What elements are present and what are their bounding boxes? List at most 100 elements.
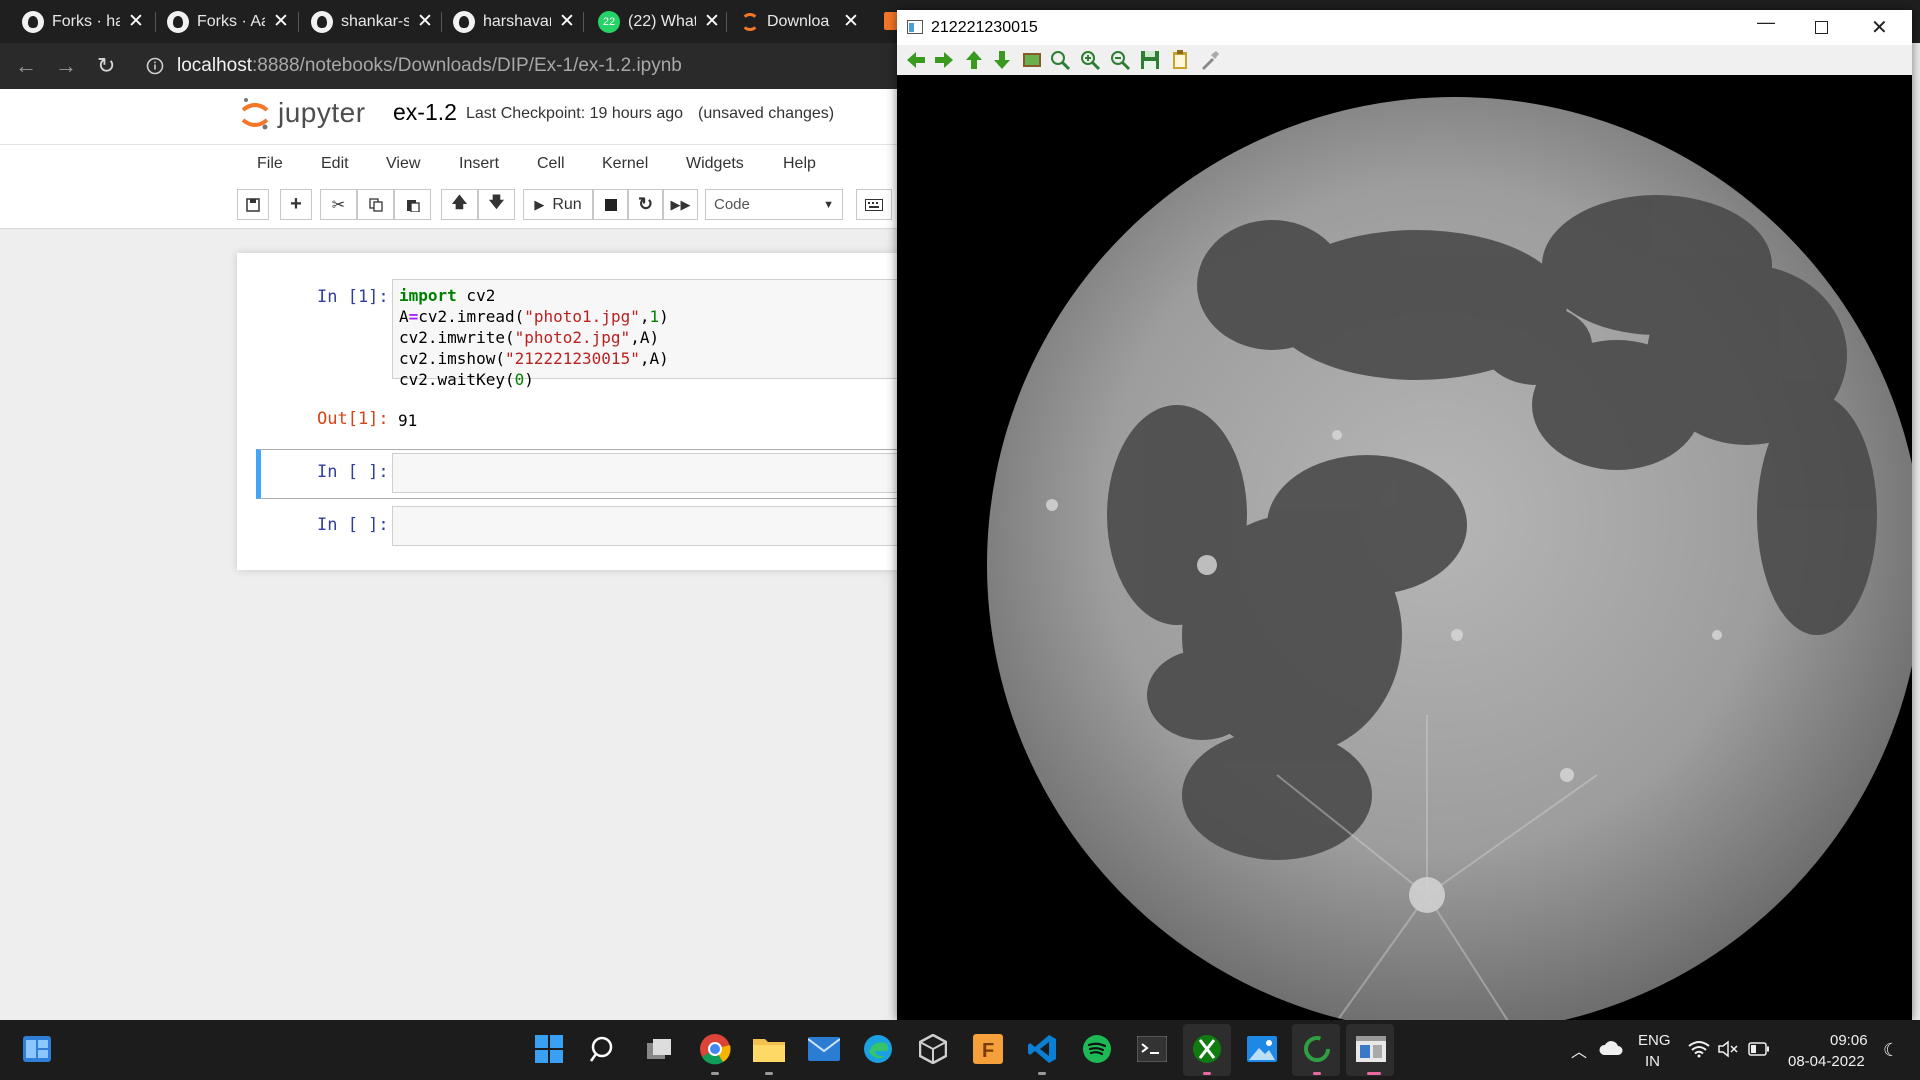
volume-muted-icon[interactable] (1718, 1040, 1740, 1058)
onedrive-icon[interactable] (1599, 1040, 1623, 1056)
lang-top[interactable]: ENG (1638, 1032, 1671, 1049)
browser-tab[interactable]: shankar-s ✕ (289, 0, 433, 43)
github-icon (22, 10, 44, 33)
close-icon[interactable]: ✕ (843, 10, 859, 33)
run-button[interactable]: ▶ Run (523, 189, 593, 220)
zoom-original-icon[interactable] (1021, 49, 1043, 71)
whatsapp-icon: 22 (598, 10, 620, 33)
clock-time[interactable]: 09:06 (1830, 1032, 1868, 1049)
properties-icon[interactable] (1199, 49, 1221, 71)
cell-type-select[interactable]: Code ▼ (705, 189, 843, 220)
mail-icon[interactable] (807, 1032, 841, 1066)
spotify-icon[interactable] (1080, 1032, 1114, 1066)
move-up-button[interactable]: 🡅 (441, 189, 478, 220)
chevron-up-icon[interactable]: ︿ (1571, 1038, 1587, 1062)
menu-cell[interactable]: Cell (537, 155, 565, 173)
interrupt-button[interactable] (593, 189, 628, 220)
maximize-icon[interactable] (1815, 21, 1828, 34)
code-cell-editor[interactable] (392, 506, 912, 546)
github-icon (167, 10, 189, 33)
pan-right-icon[interactable] (933, 49, 955, 71)
close-icon[interactable]: ✕ (704, 10, 720, 33)
vscode-icon[interactable] (1025, 1032, 1059, 1066)
browser-tab[interactable]: Forks · Aa ✕ (145, 0, 289, 43)
close-icon[interactable]: ✕ (273, 10, 289, 33)
tab-title: (22) What (628, 12, 696, 30)
photos-icon[interactable] (1245, 1032, 1279, 1066)
fast-forward-icon: ▶▶ (670, 196, 691, 212)
minimize-icon[interactable]: — (1757, 12, 1775, 33)
zoom-out-icon[interactable] (1109, 49, 1131, 71)
battery-icon[interactable] (1748, 1042, 1770, 1056)
start-icon[interactable] (532, 1032, 566, 1066)
output-value: 91 (398, 411, 418, 430)
insert-cell-button[interactable]: + (280, 189, 312, 220)
url-path: :8888/notebooks/Downloads/DIP/Ex-1/ex-1.… (252, 55, 682, 76)
file-explorer-icon[interactable] (752, 1032, 786, 1066)
lang-bottom[interactable]: IN (1645, 1053, 1660, 1070)
play-icon: ▶ (534, 196, 545, 212)
restart-icon: ↻ (637, 194, 654, 214)
move-down-button[interactable]: 🡇 (478, 189, 515, 220)
input-prompt: In [ ]: (317, 515, 389, 535)
tab-title: Forks · Aa (197, 12, 265, 30)
xbox-icon[interactable] (1190, 1032, 1224, 1066)
browser-tab[interactable]: Forks · ha ✕ (0, 0, 144, 43)
browser-tab[interactable]: harshavar ✕ (431, 0, 575, 43)
pan-up-icon[interactable] (963, 49, 985, 71)
notifications-icon[interactable]: ☾ (1883, 1040, 1899, 1061)
clock-date[interactable]: 08-04-2022 (1788, 1053, 1865, 1070)
save-image-icon[interactable] (1139, 49, 1161, 71)
partial-tab-icon[interactable] (884, 12, 898, 30)
zoom-fit-icon[interactable] (1049, 49, 1071, 71)
task-view-icon[interactable] (642, 1032, 676, 1066)
browser-tab[interactable]: 22 (22) What ✕ (576, 0, 720, 43)
close-icon[interactable]: ✕ (1871, 15, 1888, 40)
zoom-in-icon[interactable] (1079, 49, 1101, 71)
reload-icon[interactable]: ↻ (97, 53, 115, 79)
browser-tab-active[interactable]: Downloa ✕ (719, 0, 859, 43)
loading-ring-icon[interactable] (1300, 1032, 1334, 1066)
menu-view[interactable]: View (386, 155, 420, 173)
copy-image-icon[interactable] (1169, 49, 1191, 71)
command-palette-button[interactable] (856, 189, 892, 220)
unity-icon[interactable] (916, 1032, 950, 1066)
restart-run-all-button[interactable]: ▶▶ (663, 189, 698, 220)
back-icon[interactable]: ← (15, 53, 37, 79)
pan-left-icon[interactable] (905, 49, 927, 71)
copy-button[interactable] (357, 189, 394, 220)
code-cell-editor[interactable] (392, 453, 912, 493)
close-icon[interactable]: ✕ (128, 10, 144, 33)
notebook-name[interactable]: ex-1.2 (393, 99, 457, 126)
pan-down-icon[interactable] (991, 49, 1013, 71)
search-icon[interactable] (586, 1032, 620, 1066)
python-window-icon[interactable] (1354, 1032, 1388, 1066)
flutter-app-icon[interactable]: F (971, 1032, 1005, 1066)
paste-button[interactable] (394, 189, 431, 220)
save-button[interactable] (237, 189, 269, 220)
tab-title: Downloa (767, 12, 830, 30)
cut-button[interactable]: ✂ (320, 189, 357, 220)
window-titlebar[interactable]: 212221230015 — ✕ (897, 10, 1912, 45)
restart-button[interactable]: ↻ (628, 189, 663, 220)
wifi-icon[interactable] (1688, 1040, 1710, 1058)
menu-file[interactable]: File (257, 155, 283, 173)
menu-widgets[interactable]: Widgets (686, 155, 744, 173)
tab-title: harshavar (483, 12, 551, 30)
terminal-icon[interactable] (1135, 1032, 1169, 1066)
close-icon[interactable]: ✕ (559, 10, 575, 33)
info-icon[interactable] (146, 57, 164, 75)
menu-insert[interactable]: Insert (459, 155, 499, 173)
jupyter-logo-icon[interactable] (240, 96, 270, 132)
widgets-icon[interactable] (20, 1032, 54, 1066)
forward-icon[interactable]: → (55, 53, 77, 79)
chrome-icon[interactable] (698, 1032, 732, 1066)
url-host: localhost (177, 55, 252, 76)
edge-icon[interactable] (861, 1032, 895, 1066)
menu-kernel[interactable]: Kernel (602, 155, 648, 173)
code-cell-editor[interactable]: import cv2 A=cv2.imread("photo1.jpg",1) … (392, 279, 912, 389)
jupyter-logo-text[interactable]: jupyter (278, 97, 366, 129)
menu-edit[interactable]: Edit (321, 155, 349, 173)
menu-help[interactable]: Help (783, 155, 816, 173)
url-field[interactable]: localhost:8888/notebooks/Downloads/DIP/E… (177, 55, 682, 77)
